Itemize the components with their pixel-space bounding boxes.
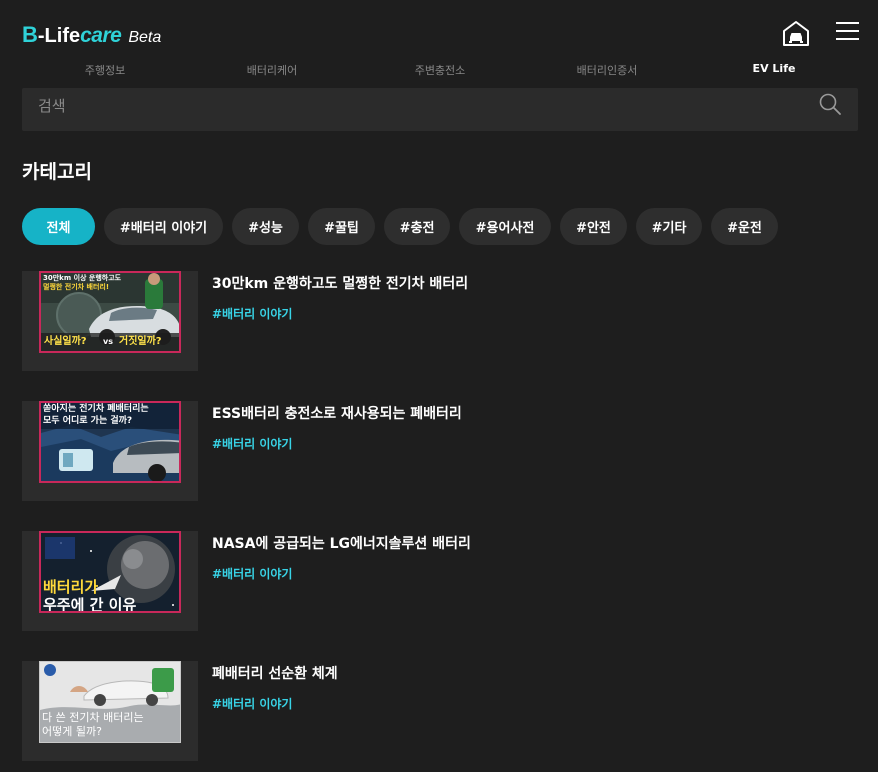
hamburger-menu-icon[interactable] [836,22,860,44]
tab-nearby-chargers[interactable]: 주변충전소 [415,62,466,78]
thumbnail-text: 30만km 이상 운행하고도 [43,274,122,282]
garage-icon[interactable] [781,20,811,46]
article-tag[interactable]: #배터리 이야기 [212,695,292,712]
top-nav: 주행정보 배터리케어 주변충전소 배터리인증서 EV Life [0,62,878,84]
thumbnail-text: 거짓일까? [119,336,162,347]
search-bar [22,88,858,131]
tab-battery-care[interactable]: 배터리케어 [247,62,298,78]
thumbnail-text: vs [103,337,113,346]
article-title: 30만km 운행하고도 멀쩡한 전기차 배터리 [212,276,469,292]
chip-all[interactable]: 전체 [22,208,95,245]
article-item[interactable]: 쏟아지는 전기차 폐배터리는 모두 어디로 가는 걸까? ESS배터리 충전소로… [22,401,858,501]
article-thumbnail: 배터리가 우주에 간 이유 [39,531,181,613]
article-thumbnail-frame: 다 쓴 전기차 배터리는 어떻게 될까? [22,661,198,761]
thumbnail-text: 어떻게 될까? [42,725,102,738]
thumbnail-text: 모두 어디로 가는 걸까? [43,416,133,426]
logo-care: care [80,24,122,47]
article-thumbnail: 30만km 이상 운행하고도 멀쩡한 전기차 배터리! 사실일까? vs 거짓일… [39,271,181,353]
article-tag[interactable]: #배터리 이야기 [212,435,292,452]
category-chips: 전체 #배터리 이야기 #성능 #꿀팁 #충전 #용어사전 #안전 #기타 #운… [22,208,778,245]
article-tag[interactable]: #배터리 이야기 [212,565,292,582]
thumbnail-text: 우주에 간 이유 [43,596,137,613]
thumbnail-text: 멀쩡한 전기차 배터리! [43,283,110,291]
chip-etc[interactable]: #기타 [636,208,702,245]
article-item[interactable]: 30만km 이상 운행하고도 멀쩡한 전기차 배터리! 사실일까? vs 거짓일… [22,271,858,371]
chip-safety[interactable]: #안전 [560,208,627,245]
logo-b: B [22,22,38,47]
article-thumbnail: 쏟아지는 전기차 폐배터리는 모두 어디로 가는 걸까? [39,401,181,483]
article-tag[interactable]: #배터리 이야기 [212,305,292,322]
logo-life: -Life [37,25,81,47]
article-title: NASA에 공급되는 LG에너지솔루션 배터리 [212,536,471,552]
article-item[interactable]: 다 쓴 전기차 배터리는 어떻게 될까? 폐배터리 선순환 체계 #배터리 이야… [22,661,858,761]
chip-performance[interactable]: #성능 [232,208,299,245]
tab-driving-info[interactable]: 주행정보 [85,62,125,78]
chip-glossary[interactable]: #용어사전 [459,208,551,245]
article-title: 폐배터리 선순환 체계 [212,666,338,682]
category-title: 카테고리 [22,161,92,183]
article-thumbnail-frame: 배터리가 우주에 간 이유 [22,531,198,631]
chip-tips[interactable]: #꿀팁 [308,208,375,245]
thumbnail-text: 배터리가 [43,578,99,596]
chip-charging[interactable]: #충전 [384,208,450,245]
chip-driving[interactable]: #운전 [711,208,778,245]
article-item[interactable]: 배터리가 우주에 간 이유 NASA에 공급되는 LG에너지솔루션 배터리 #배… [22,531,858,631]
thumbnail-text: 다 쓴 전기차 배터리는 [42,711,144,724]
article-thumbnail: 다 쓴 전기차 배터리는 어떻게 될까? [39,661,181,743]
search-icon[interactable] [818,92,842,116]
brand-logo[interactable]: B -Life care Beta [22,22,161,48]
tab-ev-life[interactable]: EV Life [753,62,796,75]
article-thumbnail-frame: 30만km 이상 운행하고도 멀쩡한 전기차 배터리! 사실일까? vs 거짓일… [22,271,198,371]
logo-beta: Beta [128,29,162,46]
search-input[interactable] [38,92,798,120]
thumbnail-text: 쏟아지는 전기차 폐배터리는 [43,404,149,414]
thumbnail-text: 사실일까? [44,336,87,347]
article-thumbnail-frame: 쏟아지는 전기차 폐배터리는 모두 어디로 가는 걸까? [22,401,198,501]
chip-battery-story[interactable]: #배터리 이야기 [104,208,223,245]
tab-battery-certificate[interactable]: 배터리인증서 [577,62,638,78]
article-title: ESS배터리 충전소로 재사용되는 폐배터리 [212,406,462,422]
